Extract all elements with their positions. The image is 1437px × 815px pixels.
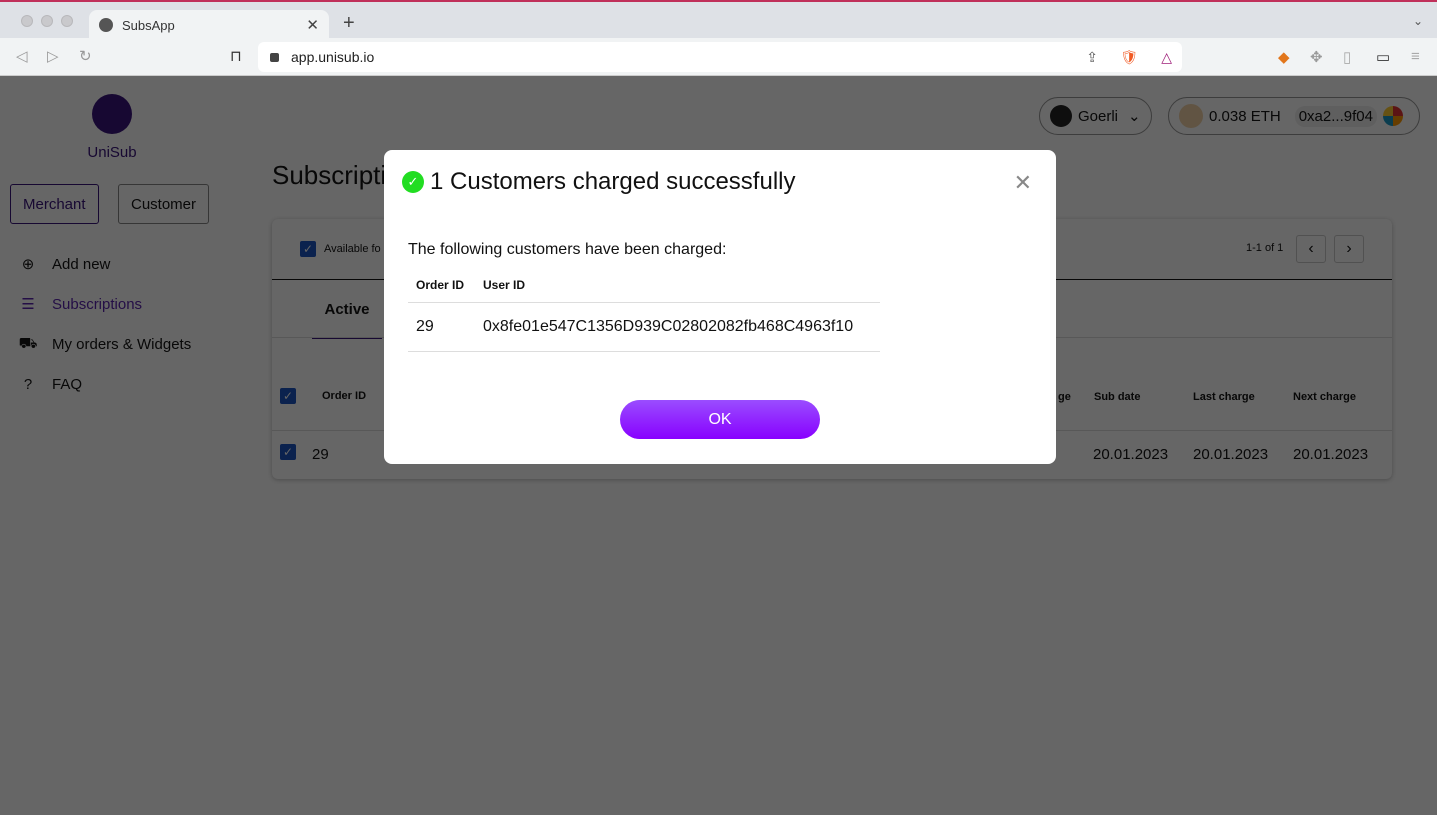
sidebar-item-subscriptions[interactable]: ☰ Subscriptions xyxy=(18,294,142,314)
charge-success-dialog: ✓ 1 Customers charged successfully ✕ The … xyxy=(384,150,1056,464)
share-icon[interactable]: ⇪ xyxy=(1086,49,1098,66)
row-checkbox[interactable]: ✓ xyxy=(280,444,296,460)
cart-icon: ⛟ xyxy=(18,334,38,352)
globe-icon xyxy=(99,18,113,32)
charged-customers-table: Order ID User ID 29 0x8fe01e547C1356D939C0… xyxy=(408,268,880,352)
extensions-icon[interactable]: ✥ xyxy=(1310,48,1323,66)
chevron-down-icon[interactable]: ⌄ xyxy=(1413,14,1423,28)
forward-icon[interactable]: ▷ xyxy=(47,47,59,65)
sidebar-item-faq[interactable]: ? FAQ xyxy=(18,374,82,394)
unisub-logo[interactable]: UniSub xyxy=(76,94,148,161)
wallet-button[interactable]: 0.038 ETH 0xa2...9f04 xyxy=(1168,97,1420,135)
prev-page-button[interactable]: ‹ xyxy=(1296,235,1326,263)
menu-icon[interactable]: ≡ xyxy=(1411,48,1420,65)
close-tab-icon[interactable]: ✕ xyxy=(306,16,319,34)
customer-button[interactable]: Customer xyxy=(118,184,210,224)
back-icon[interactable]: ◁ xyxy=(16,47,28,65)
bookmark-icon[interactable]: ⊓ xyxy=(230,47,242,65)
chevron-down-icon: ⌄ xyxy=(1128,108,1141,125)
lock-icon xyxy=(270,52,279,62)
window-controls[interactable] xyxy=(21,15,73,27)
check-circle-icon: ✓ xyxy=(402,171,424,193)
select-all-checkbox[interactable]: ✓ xyxy=(280,388,296,404)
next-page-button[interactable]: › xyxy=(1334,235,1364,263)
sidebar-item-orders[interactable]: ⛟ My orders & Widgets xyxy=(18,334,192,354)
new-tab-button[interactable]: + xyxy=(343,12,355,35)
question-circle-icon: ? xyxy=(23,375,33,393)
sidebar-item-add-new[interactable]: ⊕ Add new xyxy=(18,254,111,274)
tab-active[interactable]: Active xyxy=(312,299,382,339)
browser-toolbar: ◁ ▷ ↻ ⊓ app.unisub.io ⇪ 🛡 △ ◆ ✥ ▯ ▭ ≡ xyxy=(0,38,1437,76)
plus-circle-icon: ⊕ xyxy=(21,256,35,273)
browser-tab-bar: SubsApp ✕ + ⌄ xyxy=(0,0,1437,40)
metamask-icon xyxy=(1179,104,1203,128)
table-row: 29 0x8fe01e547C1356D939C02802082fb468C496… xyxy=(408,302,880,352)
address-bar[interactable]: app.unisub.io ⇪ 🛡 △ xyxy=(258,42,1182,72)
reload-icon[interactable]: ↻ xyxy=(79,47,92,65)
close-icon[interactable]: ✕ xyxy=(1014,170,1032,196)
sidebar-icon[interactable]: ▯ xyxy=(1343,48,1351,66)
ok-button[interactable]: OK xyxy=(620,400,820,439)
network-selector[interactable]: Goerli ⌄ xyxy=(1039,97,1152,135)
database-icon: ☰ xyxy=(21,296,35,313)
ethereum-icon xyxy=(1050,105,1072,127)
metamask-icon[interactable]: ◆ xyxy=(1278,48,1290,66)
merchant-button[interactable]: Merchant xyxy=(10,184,99,224)
browser-tab[interactable]: SubsApp ✕ xyxy=(89,10,329,40)
dialog-title: 1 Customers charged successfully xyxy=(430,168,796,195)
wallet-icon[interactable]: ▭ xyxy=(1376,48,1390,66)
dialog-message: The following customers have been charge… xyxy=(408,241,727,258)
deer-logo-icon xyxy=(92,94,132,134)
brave-shield-icon[interactable]: 🛡 xyxy=(1120,49,1138,66)
pagination-label: 1-1 of 1 xyxy=(1246,242,1284,254)
brave-rewards-icon[interactable]: △ xyxy=(1161,49,1172,66)
filter-checkbox[interactable]: ✓ Available fo xyxy=(300,241,381,257)
avatar xyxy=(1382,106,1403,126)
